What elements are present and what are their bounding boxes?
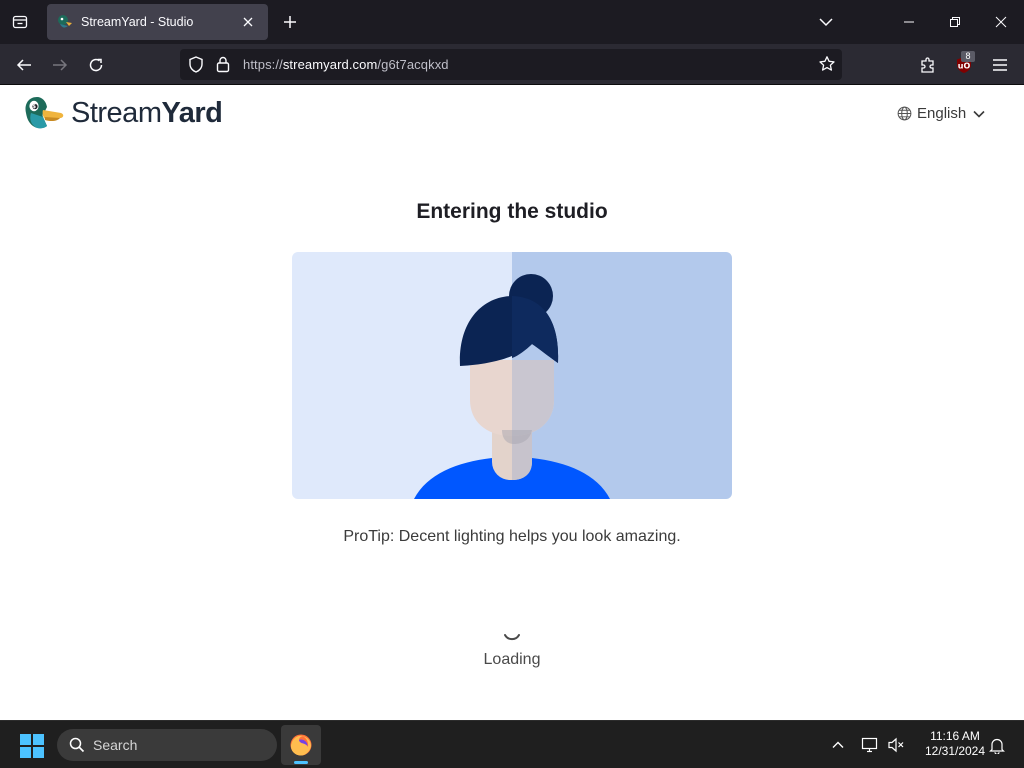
svg-text:$: $ (32, 104, 36, 110)
reload-button[interactable] (82, 51, 110, 79)
back-button[interactable] (10, 51, 38, 79)
minimize-icon (904, 21, 914, 23)
firefox-view-icon (12, 15, 28, 29)
tab-streamyard-studio[interactable]: StreamYard - Studio (47, 4, 268, 40)
windows-logo-tile-icon (33, 747, 44, 758)
volume-button[interactable] (886, 735, 906, 755)
start-button[interactable] (20, 734, 44, 758)
brand-bold: Yard (161, 96, 223, 129)
speaker-muted-icon (888, 737, 904, 753)
url-text[interactable]: https://streamyard.com/g6t7acqkxd (243, 57, 449, 72)
active-app-indicator (294, 761, 308, 764)
clock-time: 11:16 AM (930, 729, 980, 743)
lock-icon[interactable] (216, 56, 230, 73)
firefox-icon (290, 734, 312, 756)
reload-icon (89, 58, 103, 72)
streamyard-page: $ StreamYard English Entering the studio… (0, 85, 1024, 720)
page-title: Entering the studio (416, 200, 608, 223)
lighting-tip-illustration (292, 252, 732, 499)
windows-taskbar: Search 11:16 AM 12/31/2024 (0, 720, 1024, 768)
search-icon (69, 737, 85, 753)
search-placeholder: Search (93, 737, 138, 753)
taskbar-clock[interactable]: 11:16 AM 12/31/2024 (912, 729, 998, 759)
arrow-right-icon (53, 59, 68, 71)
plus-icon (284, 16, 296, 28)
tab-title: StreamYard - Studio (81, 15, 194, 29)
puzzle-piece-icon (921, 57, 934, 73)
clock-date: 12/31/2024 (924, 744, 986, 758)
url-path: /g6t7acqkxd (377, 57, 449, 72)
language-selector[interactable]: English (897, 105, 985, 122)
restore-icon (950, 17, 960, 27)
streamyard-favicon-icon (58, 15, 72, 28)
streamyard-logo[interactable]: $ StreamYard (23, 95, 223, 131)
windows-logo-tile-icon (33, 734, 44, 745)
taskbar-search-box[interactable]: Search (57, 729, 277, 761)
close-window-button[interactable] (986, 8, 1016, 36)
brand-regular: Stream (71, 96, 162, 129)
open-menu-button[interactable] (986, 51, 1014, 79)
chevron-down-icon (973, 110, 985, 118)
extensions-button[interactable] (914, 51, 942, 79)
restore-button[interactable] (940, 8, 970, 36)
firefox-view-button[interactable] (6, 8, 34, 36)
svg-text:uO: uO (958, 62, 971, 71)
bookmark-star-icon[interactable] (818, 55, 836, 73)
ublock-blocked-count-badge: 8 (961, 51, 975, 62)
tracking-protection-shield-icon[interactable] (188, 56, 204, 73)
globe-icon (897, 106, 912, 121)
loading-spinner-icon (504, 634, 520, 641)
tab-close-button[interactable] (238, 12, 258, 32)
language-label: English (917, 105, 967, 122)
close-icon (995, 16, 1007, 28)
protip-text: ProTip: Decent lighting helps you look a… (343, 528, 681, 545)
show-hidden-icons-button[interactable] (828, 735, 848, 755)
browser-toolbar: https://streamyard.com/g6t7acqkxd uO (0, 44, 1024, 85)
bell-icon (989, 738, 1005, 754)
url-prefix: https:// (243, 57, 283, 72)
new-tab-button[interactable] (278, 10, 302, 34)
list-all-tabs-button[interactable] (814, 10, 838, 34)
address-bar[interactable]: https://streamyard.com/g6t7acqkxd (180, 49, 842, 80)
taskbar-firefox-button[interactable] (281, 725, 321, 765)
loading-label: Loading (483, 651, 541, 668)
close-icon (243, 17, 253, 27)
hamburger-menu-icon (993, 59, 1007, 71)
network-button[interactable] (860, 735, 880, 755)
network-monitor-icon (861, 737, 878, 753)
arrow-left-icon (16, 59, 31, 71)
browser-tab-bar: StreamYard - Studio (0, 0, 1024, 44)
chevron-up-icon (832, 741, 844, 748)
minimize-button[interactable] (894, 8, 924, 36)
forward-button[interactable] (46, 51, 74, 79)
windows-logo-tile-icon (20, 734, 31, 745)
url-host: streamyard.com (282, 57, 378, 72)
windows-logo-tile-icon (20, 747, 31, 758)
streamyard-duck-icon: $ (25, 97, 64, 129)
chevron-down-icon (819, 18, 833, 27)
notifications-button[interactable] (987, 735, 1007, 755)
streamyard-wordmark: StreamYard (71, 96, 223, 130)
